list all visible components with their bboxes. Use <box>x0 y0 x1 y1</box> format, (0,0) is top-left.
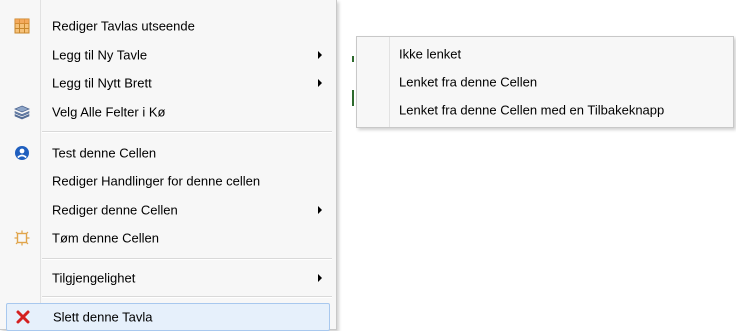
context-menu: Rediger Tavlas utseende Legg til Ny Tavl… <box>0 0 337 331</box>
menu-item-label: Test denne Cellen <box>52 145 157 161</box>
submenu-arrow-icon <box>318 274 322 282</box>
menu-item-label: Rediger denne Cellen <box>52 202 178 218</box>
menu-separator <box>42 131 332 133</box>
menu-item-test-denne-cellen[interactable]: Test denne Cellen <box>2 140 334 166</box>
stack-icon <box>12 102 32 122</box>
menu-item-rediger-tavlas-utseende[interactable]: Rediger Tavlas utseende <box>2 13 334 39</box>
menu-item-label: Tøm denne Cellen <box>52 230 159 246</box>
menu-item-label: Legg til Ny Tavle <box>52 47 148 63</box>
red-x-icon <box>13 307 33 327</box>
menu-item-label: Velg Alle Felter i Kø <box>52 104 166 120</box>
menu-item-label: Slett denne Tavla <box>53 309 153 325</box>
submenu-item-label: Lenket fra denne Cellen <box>399 74 538 90</box>
submenu-item-ikke-lenket[interactable]: Ikke lenket <box>359 41 731 67</box>
submenu-item-lenket-fra-denne-cellen[interactable]: Lenket fra denne Cellen <box>359 69 731 95</box>
submenu-item-lenket-med-tilbakeknapp[interactable]: Lenket fra denne Cellen med en Tilbakekn… <box>359 97 731 123</box>
menu-item-velg-alle-felter[interactable]: Velg Alle Felter i Kø <box>2 99 334 125</box>
submenu-arrow-icon <box>318 79 322 87</box>
submenu-arrow-icon <box>318 51 322 59</box>
menu-item-tilgjengelighet[interactable]: Tilgjengelighet <box>2 265 334 291</box>
submenu: Ikke lenket Lenket fra denne Cellen Lenk… <box>356 36 734 128</box>
grid-table-icon <box>12 16 32 36</box>
menu-item-label: Rediger Tavlas utseende <box>52 18 195 34</box>
menu-item-legg-til-ny-tavle[interactable]: Legg til Ny Tavle <box>2 42 334 68</box>
menu-item-tom-denne-cellen[interactable]: Tøm denne Cellen <box>2 225 334 251</box>
menu-item-rediger-denne-cellen[interactable]: Rediger denne Cellen <box>2 197 334 223</box>
menu-separator <box>42 296 332 298</box>
menu-item-label: Tilgjengelighet <box>52 270 136 286</box>
blue-circle-icon <box>12 143 32 163</box>
menu-item-slett-denne-tavla[interactable]: Slett denne Tavla <box>6 303 330 331</box>
background-edge-mark <box>352 90 354 106</box>
clear-burst-icon <box>12 228 32 248</box>
menu-item-legg-til-nytt-brett[interactable]: Legg til Nytt Brett <box>2 70 334 96</box>
menu-item-label: Legg til Nytt Brett <box>52 75 152 91</box>
submenu-item-label: Ikke lenket <box>399 46 462 62</box>
submenu-item-label: Lenket fra denne Cellen med en Tilbakekn… <box>399 102 665 118</box>
background-edge-mark <box>352 56 354 62</box>
menu-item-rediger-handlinger[interactable]: Rediger Handlinger for denne cellen <box>2 168 334 194</box>
submenu-arrow-icon <box>318 206 322 214</box>
menu-separator <box>42 258 332 260</box>
menu-item-label: Rediger Handlinger for denne cellen <box>52 173 261 189</box>
